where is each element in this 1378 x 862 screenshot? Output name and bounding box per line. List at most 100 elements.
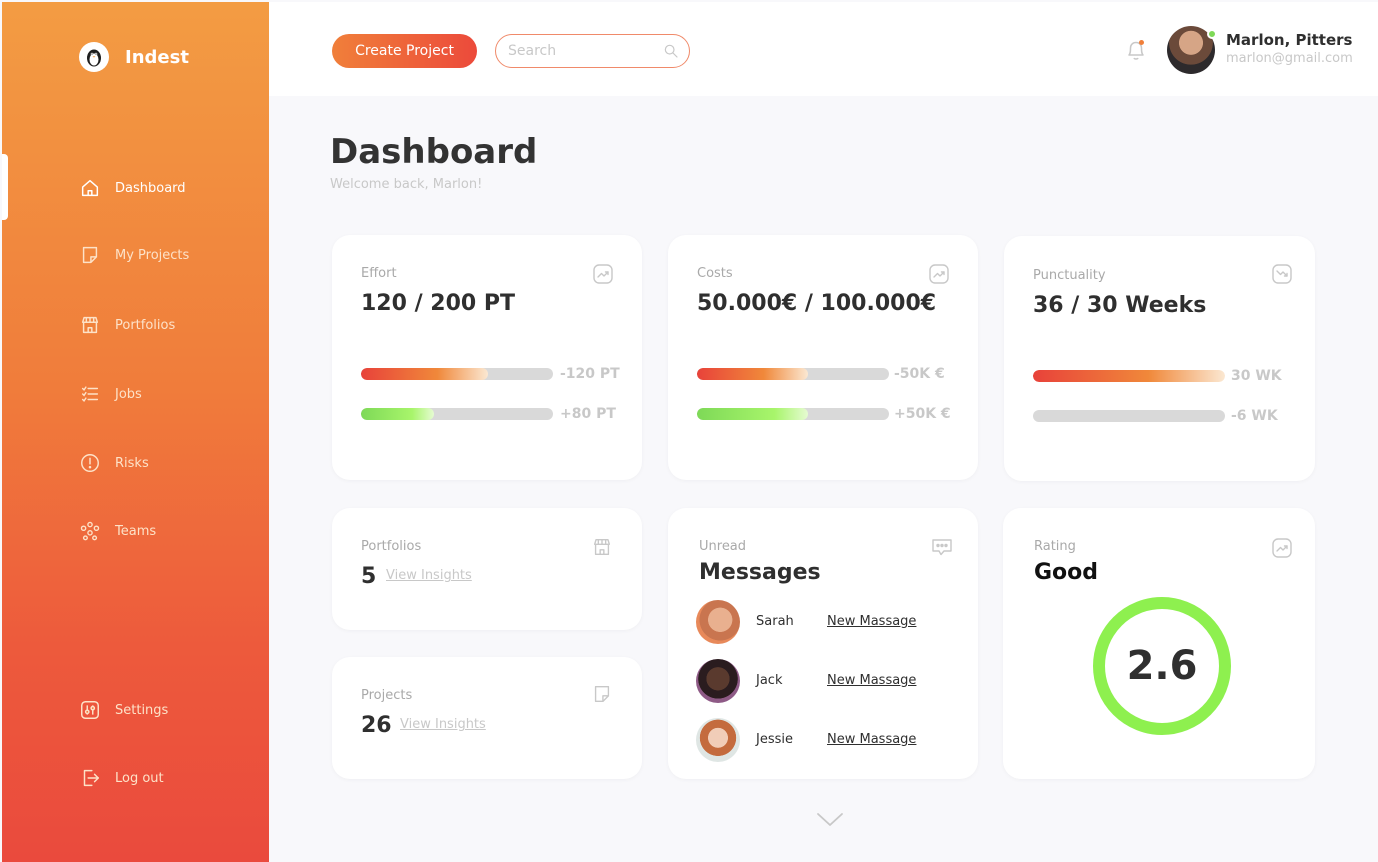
sidebar-item-label: My Projects bbox=[115, 247, 190, 263]
punctuality-delay-text: -6 WK bbox=[1231, 408, 1278, 424]
sidebar-item-logout[interactable]: Log out bbox=[79, 767, 164, 789]
punctuality-target-text: 30 WK bbox=[1231, 368, 1282, 384]
costs-surplus-text: +50K € bbox=[894, 406, 951, 422]
sidebar-item-label: Risks bbox=[115, 455, 149, 471]
sidebar-item-risks[interactable]: Risks bbox=[79, 452, 149, 474]
card-label: Unread bbox=[699, 539, 747, 554]
rating-title: Good bbox=[1034, 560, 1099, 585]
avatar bbox=[696, 718, 740, 762]
topbar: Create Project Marlon, Pitters marlon@gm… bbox=[269, 2, 1378, 96]
card-value: 50.000€ / 100.000€ bbox=[697, 291, 937, 316]
sidebar: Indest Dashboard My Projects Portfolios … bbox=[2, 2, 269, 862]
effort-surplus-bar bbox=[361, 408, 553, 420]
penguin-logo-icon bbox=[79, 42, 109, 72]
message-item[interactable]: Jack New Massage bbox=[696, 659, 916, 703]
card-label: Portfolios bbox=[361, 539, 422, 554]
portfolios-card: Portfolios 5 View Insights bbox=[332, 508, 642, 630]
card-label: Punctuality bbox=[1033, 268, 1106, 283]
projects-card: Projects 26 View Insights bbox=[332, 657, 642, 779]
sidebar-item-jobs[interactable]: Jobs bbox=[79, 383, 142, 405]
bar-fill bbox=[697, 368, 809, 380]
new-message-link[interactable]: New Massage bbox=[827, 673, 916, 688]
trend-up-icon[interactable] bbox=[1271, 537, 1293, 559]
avatar bbox=[696, 659, 740, 703]
sidebar-item-label: Dashboard bbox=[115, 180, 186, 196]
card-label: Costs bbox=[697, 266, 733, 281]
store-icon bbox=[81, 316, 99, 334]
sidebar-item-teams[interactable]: Teams bbox=[79, 520, 156, 542]
note-icon bbox=[82, 246, 98, 264]
user-email: marlon@gmail.com bbox=[1226, 51, 1353, 66]
sidebar-item-label: Jobs bbox=[115, 386, 142, 402]
trend-up-icon[interactable] bbox=[928, 263, 950, 285]
message-item[interactable]: Sarah New Massage bbox=[696, 600, 916, 644]
trend-down-icon[interactable] bbox=[1271, 263, 1293, 285]
punctuality-target-bar bbox=[1033, 370, 1225, 382]
logout-icon bbox=[83, 769, 99, 787]
message-item[interactable]: Jessie New Massage bbox=[696, 718, 916, 762]
new-message-link[interactable]: New Massage bbox=[827, 614, 916, 629]
punctuality-card: Punctuality 36 / 30 Weeks 30 WK -6 WK bbox=[1004, 236, 1315, 481]
home-icon bbox=[81, 179, 99, 197]
search-box[interactable] bbox=[495, 34, 690, 68]
portfolios-count: 5 bbox=[361, 564, 377, 589]
projects-count: 26 bbox=[361, 713, 392, 738]
message-sender: Jessie bbox=[756, 732, 793, 747]
effort-deficit-bar bbox=[361, 368, 553, 380]
effort-deficit-text: -120 PT bbox=[560, 366, 620, 382]
avatar bbox=[696, 600, 740, 644]
sidebar-item-my-projects[interactable]: My Projects bbox=[79, 244, 189, 266]
settings-sliders-icon bbox=[81, 701, 99, 719]
bar-fill bbox=[1033, 370, 1225, 382]
bar-fill bbox=[361, 368, 488, 380]
card-label: Effort bbox=[361, 266, 397, 281]
message-sender: Sarah bbox=[756, 614, 794, 629]
effort-surplus-text: +80 PT bbox=[560, 406, 616, 422]
sidebar-item-portfolios[interactable]: Portfolios bbox=[79, 314, 175, 336]
message-sender: Jack bbox=[756, 673, 783, 688]
active-nav-indicator bbox=[2, 154, 8, 220]
projects-view-insights-link[interactable]: View Insights bbox=[400, 717, 486, 732]
costs-deficit-text: -50K € bbox=[894, 366, 945, 382]
online-status-dot bbox=[1207, 29, 1217, 39]
team-icon bbox=[80, 521, 100, 541]
new-message-link[interactable]: New Massage bbox=[827, 732, 916, 747]
card-value: 120 / 200 PT bbox=[361, 291, 515, 316]
costs-card: Costs 50.000€ / 100.000€ -50K € +50K € bbox=[668, 235, 978, 480]
trend-up-icon[interactable] bbox=[592, 263, 614, 285]
welcome-text: Welcome back, Marlon! bbox=[330, 177, 483, 192]
sidebar-item-label: Settings bbox=[115, 702, 169, 718]
sidebar-item-label: Portfolios bbox=[115, 317, 176, 333]
user-name: Marlon, Pitters bbox=[1226, 31, 1353, 49]
list-icon bbox=[81, 386, 99, 403]
sidebar-item-settings[interactable]: Settings bbox=[79, 699, 168, 721]
sidebar-item-label: Log out bbox=[115, 770, 164, 786]
sidebar-item-label: Teams bbox=[115, 523, 157, 539]
brand[interactable]: Indest bbox=[79, 42, 189, 72]
costs-surplus-bar bbox=[697, 408, 889, 420]
note-icon[interactable] bbox=[591, 683, 613, 705]
bar-fill bbox=[361, 408, 434, 420]
card-label: Projects bbox=[361, 688, 413, 703]
page-title: Dashboard bbox=[330, 132, 538, 172]
messages-card: Unread Messages Sarah New Massage Jack N… bbox=[668, 508, 978, 779]
alert-circle-icon bbox=[81, 454, 99, 472]
search-icon[interactable] bbox=[663, 43, 679, 59]
notification-dot bbox=[1139, 40, 1144, 45]
store-icon[interactable] bbox=[591, 536, 613, 558]
rating-card: Rating Good 2.6 bbox=[1003, 508, 1315, 779]
search-input[interactable] bbox=[508, 43, 653, 59]
portfolios-view-insights-link[interactable]: View Insights bbox=[386, 568, 472, 583]
notifications-bell-icon[interactable] bbox=[1125, 38, 1147, 62]
chevron-down-icon[interactable] bbox=[815, 810, 845, 828]
punctuality-delay-bar bbox=[1033, 410, 1225, 422]
effort-card: Effort 120 / 200 PT -120 PT +80 PT bbox=[332, 235, 642, 480]
messages-title: Messages bbox=[699, 560, 821, 585]
card-value: 36 / 30 Weeks bbox=[1033, 293, 1207, 318]
card-label: Rating bbox=[1034, 539, 1076, 554]
create-project-button[interactable]: Create Project bbox=[332, 34, 477, 68]
rating-value: 2.6 bbox=[1126, 643, 1198, 689]
brand-name: Indest bbox=[125, 46, 189, 68]
chat-bubble-icon[interactable] bbox=[930, 536, 954, 558]
sidebar-item-dashboard[interactable]: Dashboard bbox=[79, 177, 186, 199]
